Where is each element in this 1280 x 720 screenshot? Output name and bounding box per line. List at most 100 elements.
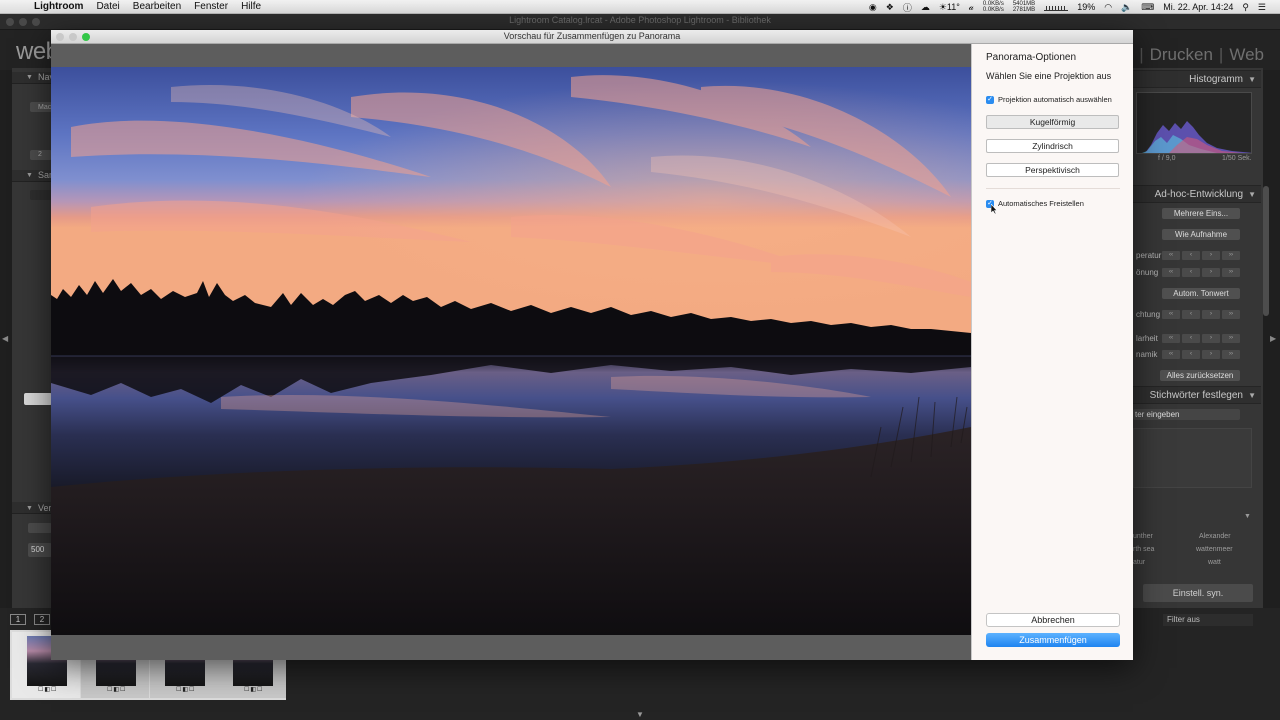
checkmark-icon: ✓ — [986, 95, 994, 104]
panorama-options-panel: Panorama-Optionen Wählen Sie eine Projek… — [971, 44, 1133, 660]
script-icon[interactable]: 𝒶 — [969, 2, 974, 13]
filmstrip-collapse-icon[interactable]: ▼ — [636, 710, 644, 719]
thumbnail-badges: ☐◧☐ — [244, 687, 264, 693]
preset-select[interactable]: Mehrere Eins... — [1162, 208, 1240, 219]
tint-label: önung — [1136, 268, 1159, 277]
keyword-input[interactable]: ter eingeben — [1133, 409, 1240, 420]
battery-percent[interactable]: 19% — [1077, 2, 1095, 12]
thumbnail-badges: ☐◧☐ — [107, 687, 127, 693]
dialog-title: Vorschau für Zusammenfügen zu Panorama — [503, 31, 681, 41]
navigator-toggle-icon[interactable]: ▼ — [26, 74, 33, 81]
white-balance-select[interactable]: Wie Aufnahme — [1162, 229, 1240, 240]
panorama-preview-area — [51, 44, 971, 660]
keyword-list-toggle-icon[interactable]: ▼ — [1244, 513, 1251, 520]
histogram — [1136, 92, 1252, 154]
info-icon[interactable]: ⓘ — [903, 1, 912, 14]
histogram-toggle-icon[interactable]: ▼ — [1248, 71, 1256, 88]
cancel-button[interactable]: Abbrechen — [986, 613, 1120, 627]
vibrance-stepper[interactable]: ‹‹ ‹ › ›› — [1162, 350, 1240, 359]
temperature-stepper[interactable]: ‹‹ ‹ › ›› — [1162, 251, 1240, 260]
keyboard-icon[interactable]: ⌨ — [1141, 2, 1154, 13]
auto-crop-checkbox[interactable]: ✓ Automatisches Freistellen — [986, 199, 1084, 208]
vibrance-label: namik — [1136, 350, 1158, 359]
histogram-header[interactable]: Histogramm ▼ — [1133, 70, 1261, 88]
clarity-stepper[interactable]: ‹‹ ‹ › ›› — [1162, 334, 1240, 343]
panorama-merge-dialog: Vorschau für Zusammenfügen zu Panorama P… — [51, 30, 1133, 660]
projection-perspective-button[interactable]: Perspektivisch — [986, 163, 1119, 177]
menu-fenster[interactable]: Fenster — [194, 1, 228, 12]
quick-develop-header[interactable]: Ad-hoc-Entwicklung ▼ — [1133, 185, 1261, 203]
keyword-suggestion[interactable]: atur — [1133, 559, 1145, 566]
net-down: 0.0KB/s — [982, 7, 1004, 13]
thumbnail-badges: ☐◧☐ — [38, 687, 58, 693]
right-panel-scrollbar[interactable] — [1263, 186, 1269, 316]
keywording-toggle-icon[interactable]: ▼ — [1248, 387, 1256, 404]
dropbox-icon[interactable]: ❖ — [886, 2, 894, 13]
menu-app-name[interactable]: Lightroom — [34, 1, 83, 12]
projection-cylindrical-button[interactable]: Zylindrisch — [986, 139, 1119, 153]
thumbnail-badges: ☐◧☐ — [176, 687, 196, 693]
menu-hilfe[interactable]: Hilfe — [241, 1, 261, 12]
keyword-suggestion[interactable]: unther — [1133, 533, 1153, 540]
temperature-text: 11° — [946, 1, 960, 12]
quick-develop-toggle-icon[interactable]: ▼ — [1248, 186, 1256, 203]
volume-icon[interactable]: 🔈 — [1121, 2, 1132, 13]
cpu-graph-icon[interactable] — [1044, 3, 1069, 11]
lightroom-titlebar: Lightroom Catalog.lrcat - Adobe Photosho… — [0, 14, 1280, 30]
publish-service-500px-label: 500 — [31, 545, 45, 554]
auto-tone-button[interactable]: Autom. Tonwert — [1162, 288, 1240, 299]
publish-service-1[interactable] — [28, 523, 52, 533]
cloud-icon[interactable]: ☁ — [921, 2, 930, 13]
page-1-button[interactable]: 1 — [10, 614, 26, 625]
reset-all-button[interactable]: Alles zurücksetzen — [1160, 370, 1240, 381]
wifi-icon[interactable]: ◠ — [1104, 2, 1112, 13]
dialog-titlebar: Vorschau für Zusammenfügen zu Panorama — [51, 30, 1133, 44]
collections-toggle-icon[interactable]: ▼ — [26, 172, 33, 179]
auto-crop-label: Automatisches Freistellen — [998, 199, 1084, 208]
projection-subtitle: Wählen Sie eine Projektion aus — [986, 71, 1112, 81]
filmstrip-filter-select[interactable]: Filter aus — [1163, 614, 1253, 626]
clarity-label: larheit — [1136, 334, 1158, 343]
module-drucken[interactable]: Drucken — [1150, 45, 1213, 65]
auto-projection-label: Projektion automatisch auswählen — [998, 95, 1112, 104]
exposure-stepper[interactable]: ‹‹ ‹ › ›› — [1162, 310, 1240, 319]
page-2-button[interactable]: 2 — [34, 614, 50, 625]
keyword-suggestion[interactable]: Alexander — [1199, 533, 1231, 540]
menu-bearbeiten[interactable]: Bearbeiten — [133, 1, 181, 12]
collections-search[interactable] — [30, 190, 52, 200]
notification-center-icon[interactable]: ☰ — [1258, 2, 1266, 13]
selected-collection[interactable] — [24, 393, 52, 405]
keyword-suggestion[interactable]: rth sea — [1133, 546, 1154, 553]
weather-widget[interactable]: ☀11° — [939, 2, 960, 13]
auto-projection-checkbox[interactable]: ✓ Projektion automatisch auswählen — [986, 95, 1112, 104]
left-panel-collapse-icon[interactable]: ◀ — [2, 334, 8, 343]
right-panel-collapse-icon[interactable]: ▶ — [1270, 334, 1276, 343]
shutter-readout: 1/50 Sek. — [1222, 155, 1252, 162]
spotlight-icon[interactable]: ⚲ — [1242, 2, 1249, 13]
histogram-graph — [1142, 121, 1251, 153]
keywording-title: Stichwörter festlegen — [1149, 390, 1243, 401]
module-web[interactable]: Web — [1229, 45, 1264, 65]
mem-monitor[interactable]: 5401MB 2781MB — [1013, 1, 1035, 13]
histogram-title: Histogramm — [1189, 74, 1243, 85]
aperture-readout: f / 9,0 — [1158, 155, 1176, 162]
merge-button[interactable]: Zusammenfügen — [986, 633, 1120, 647]
folder-row-count: 2 — [38, 151, 42, 158]
mouse-cursor-icon — [991, 204, 998, 214]
options-divider — [986, 188, 1120, 189]
keyword-tags-area[interactable] — [1133, 428, 1252, 488]
catalog-row-label: Mac — [38, 104, 52, 111]
publish-toggle-icon[interactable]: ▼ — [26, 505, 33, 512]
projection-spherical-button[interactable]: Kugelförmig — [986, 115, 1119, 129]
clock[interactable]: Mi. 22. Apr. 14:24 — [1163, 2, 1233, 12]
exposure-label: chtung — [1136, 310, 1161, 319]
record-icon[interactable]: ◉ — [869, 2, 877, 13]
tint-stepper[interactable]: ‹‹ ‹ › ›› — [1162, 268, 1240, 277]
keywording-header[interactable]: Stichwörter festlegen ▼ — [1133, 386, 1261, 404]
quick-develop-title: Ad-hoc-Entwicklung — [1154, 189, 1243, 200]
net-monitor[interactable]: 0.0KB/s 0.0KB/s — [983, 1, 1004, 13]
keyword-suggestion[interactable]: watt — [1208, 559, 1221, 566]
keyword-suggestion[interactable]: wattenmeer — [1196, 546, 1233, 553]
sync-settings-button[interactable]: Einstell. syn. — [1143, 584, 1253, 602]
menu-datei[interactable]: Datei — [96, 1, 119, 12]
